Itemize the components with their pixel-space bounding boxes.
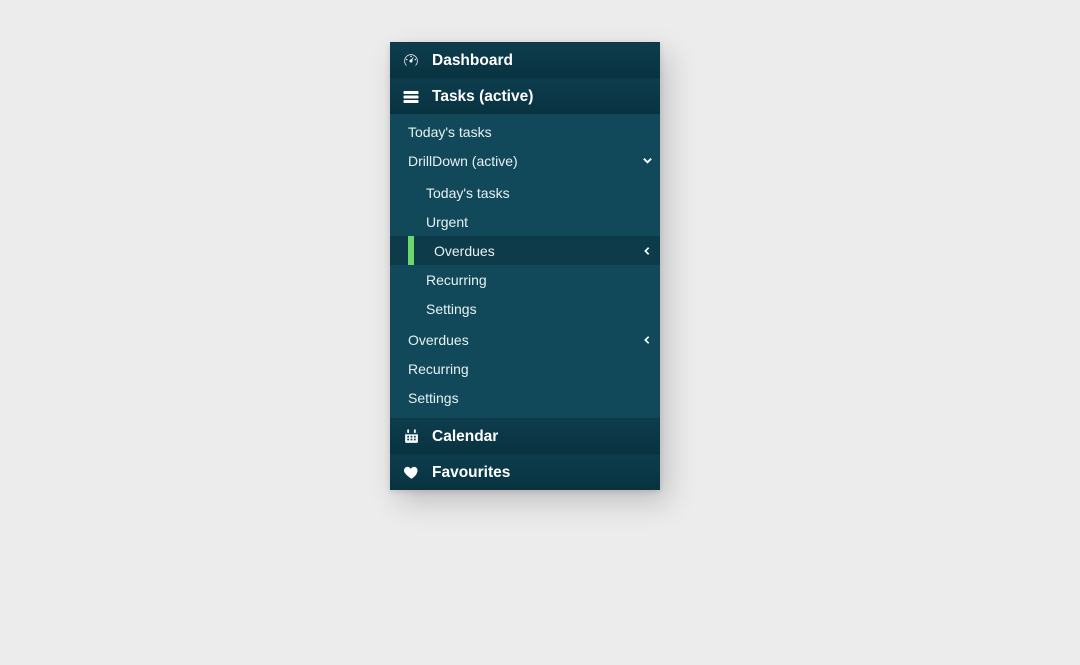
chevron-down-icon xyxy=(634,155,660,166)
submenu-label: DrillDown (active) xyxy=(408,153,634,169)
nav-item-dashboard[interactable]: Dashboard xyxy=(390,42,660,78)
nav-item-tasks[interactable]: Tasks (active) xyxy=(390,78,660,114)
dashboard-icon xyxy=(402,52,420,70)
submenu-label: Recurring xyxy=(408,361,660,377)
tasks-sub-drilldown[interactable]: DrillDown (active) xyxy=(390,146,660,175)
tasks-submenu: Today's tasks DrillDown (active) Today's… xyxy=(390,114,660,418)
tasks-icon xyxy=(402,88,420,106)
tasks-sub-settings[interactable]: Settings xyxy=(390,383,660,412)
submenu-label: Overdues xyxy=(408,332,634,348)
heart-icon xyxy=(402,464,420,482)
nav-item-label: Dashboard xyxy=(432,52,513,70)
submenu-label: Urgent xyxy=(426,214,660,230)
submenu-label: Recurring xyxy=(426,272,660,288)
tasks-sub-today[interactable]: Today's tasks xyxy=(390,117,660,146)
drilldown-today[interactable]: Today's tasks xyxy=(390,178,660,207)
nav-item-label: Calendar xyxy=(432,428,498,446)
tasks-sub-recurring[interactable]: Recurring xyxy=(390,354,660,383)
nav-item-label: Favourites xyxy=(432,464,510,482)
submenu-label: Settings xyxy=(426,301,660,317)
submenu-label: Today's tasks xyxy=(408,124,660,140)
drilldown-recurring[interactable]: Recurring xyxy=(390,265,660,294)
calendar-icon xyxy=(402,428,420,446)
nav-item-favourites[interactable]: Favourites xyxy=(390,454,660,490)
tasks-sub-overdues[interactable]: Overdues xyxy=(390,325,660,354)
submenu-label: Settings xyxy=(408,390,660,406)
drilldown-settings[interactable]: Settings xyxy=(390,294,660,323)
nav-item-label: Tasks (active) xyxy=(432,88,533,106)
chevron-left-icon xyxy=(634,246,660,256)
submenu-label: Today's tasks xyxy=(426,185,660,201)
drilldown-submenu: Today's tasks Urgent Overdues Recurring … xyxy=(390,175,660,325)
drilldown-urgent[interactable]: Urgent xyxy=(390,207,660,236)
drilldown-overdues[interactable]: Overdues xyxy=(390,236,660,265)
chevron-left-icon xyxy=(634,335,660,345)
sidebar-nav: Dashboard Tasks (active) Today's tasks D… xyxy=(390,42,660,490)
nav-item-calendar[interactable]: Calendar xyxy=(390,418,660,454)
submenu-label: Overdues xyxy=(434,243,634,259)
